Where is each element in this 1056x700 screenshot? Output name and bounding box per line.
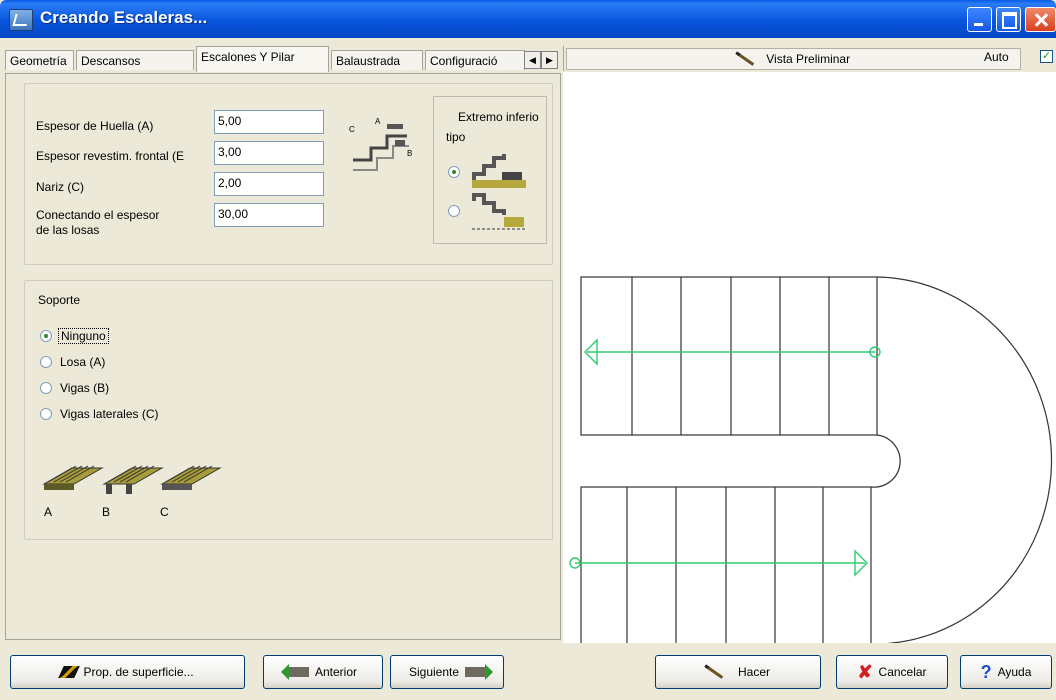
tread-dimensions-diagram-icon: C A B	[349, 117, 412, 171]
svg-text:A: A	[375, 117, 381, 126]
tab-descansos[interactable]: Descansos	[76, 50, 194, 70]
soporte-vigas-laterales-radio[interactable]	[40, 408, 52, 420]
title-bar[interactable]: Creando Escaleras...	[0, 0, 1056, 38]
maximize-button[interactable]	[996, 7, 1021, 32]
brush-icon	[58, 666, 81, 678]
field-label-conectando-2: de las losas	[36, 223, 100, 237]
help-label: Ayuda	[997, 665, 1032, 679]
tab-geometria[interactable]: Geometría	[5, 50, 74, 70]
back-button[interactable]: Anterior	[263, 655, 383, 689]
tab-strip: Geometría Descansos Escalones Y Pilar Ba…	[0, 38, 563, 72]
stair-end-type-2-icon	[472, 193, 526, 230]
revestim-thickness-input[interactable]: 3,00	[214, 141, 324, 165]
window-title: Creando Escaleras...	[40, 8, 208, 27]
stair-end-type-1-icon	[472, 154, 526, 188]
minimize-button[interactable]	[967, 7, 992, 32]
soporte-ninguno-radio[interactable]	[40, 330, 52, 342]
field-label-revestim: Espesor revestim. frontal (E	[36, 149, 185, 163]
beam-label-a: A	[44, 505, 53, 519]
huella-thickness-input[interactable]: 5,00	[214, 110, 324, 134]
cancel-label: Cancelar	[878, 665, 927, 679]
soporte-losa-radio[interactable]	[40, 356, 52, 368]
bottom-button-bar: Prop. de superficie... Anterior Siguient…	[0, 643, 1056, 700]
next-arrow-icon	[465, 664, 494, 680]
back-label: Anterior	[314, 665, 358, 679]
vista-preliminar-label: Vista Preliminar	[766, 52, 851, 66]
preview-toolbar: Vista Preliminar	[563, 46, 1056, 71]
svg-text:B: B	[407, 149, 412, 158]
soporte-ninguno-label[interactable]: Ninguno	[58, 328, 109, 344]
extremo-option-2-radio[interactable]	[448, 205, 460, 217]
field-label-conectando: Conectando el espesor	[36, 208, 160, 222]
beam-label-c: C	[160, 505, 169, 519]
tab-balaustrada[interactable]: Balaustrada	[331, 50, 423, 70]
make-button[interactable]: Hacer	[655, 655, 821, 689]
stair-preview-canvas[interactable]	[563, 72, 1056, 645]
help-button[interactable]: ? Ayuda	[960, 655, 1052, 689]
tab-escalones-y-pilar[interactable]: Escalones Y Pilar	[196, 46, 329, 72]
extremo-option-1-radio[interactable]	[448, 166, 460, 178]
tab-scroll-left-icon[interactable]: ◀	[524, 51, 541, 69]
extremo-title-line1: Extremo inferio	[458, 110, 539, 124]
tab-scroll-right-icon[interactable]: ▶	[541, 51, 558, 69]
soporte-vigas-laterales-label[interactable]: Vigas laterales (C)	[60, 407, 158, 421]
soporte-vigas-label[interactable]: Vigas (B)	[60, 381, 109, 395]
nariz-input[interactable]: 2,00	[214, 172, 324, 196]
app-stairs-icon	[9, 9, 33, 31]
tab-configuracion[interactable]: Configuració	[425, 50, 525, 70]
tab-scroll: ◀ ▶	[524, 51, 558, 69]
auto-label: Auto	[984, 50, 1009, 64]
stair-plan-drawing	[569, 276, 1053, 645]
surface-properties-label: Prop. de superficie...	[83, 665, 194, 679]
help-question-icon: ?	[980, 661, 992, 682]
cancel-x-icon: ✘	[857, 661, 873, 682]
extremo-title-line2: tipo	[446, 130, 466, 144]
slab-thickness-input[interactable]: 30,00	[214, 203, 324, 227]
auto-checkbox[interactable]: ✓	[1040, 50, 1053, 63]
make-label: Hacer	[737, 665, 770, 679]
next-label: Siguiente	[408, 665, 460, 679]
pencil-icon	[737, 53, 755, 67]
vista-preliminar-button[interactable]: Vista Preliminar	[566, 48, 1021, 70]
pencil-icon	[706, 665, 724, 679]
soporte-losa-label[interactable]: Losa (A)	[60, 355, 105, 369]
field-label-nariz: Nariz (C)	[36, 180, 84, 194]
back-arrow-icon	[280, 664, 309, 680]
beam-label-b: B	[102, 505, 111, 519]
cancel-button[interactable]: ✘ Cancelar	[836, 655, 948, 689]
svg-text:C: C	[349, 125, 355, 134]
surface-properties-button[interactable]: Prop. de superficie...	[10, 655, 245, 689]
close-button[interactable]	[1025, 7, 1056, 32]
next-button[interactable]: Siguiente	[390, 655, 504, 689]
soporte-title: Soporte	[38, 293, 81, 307]
soporte-vigas-radio[interactable]	[40, 382, 52, 394]
support-types-diagram-icon	[42, 465, 222, 494]
field-label-huella: Espesor de Huella (A)	[36, 119, 154, 133]
